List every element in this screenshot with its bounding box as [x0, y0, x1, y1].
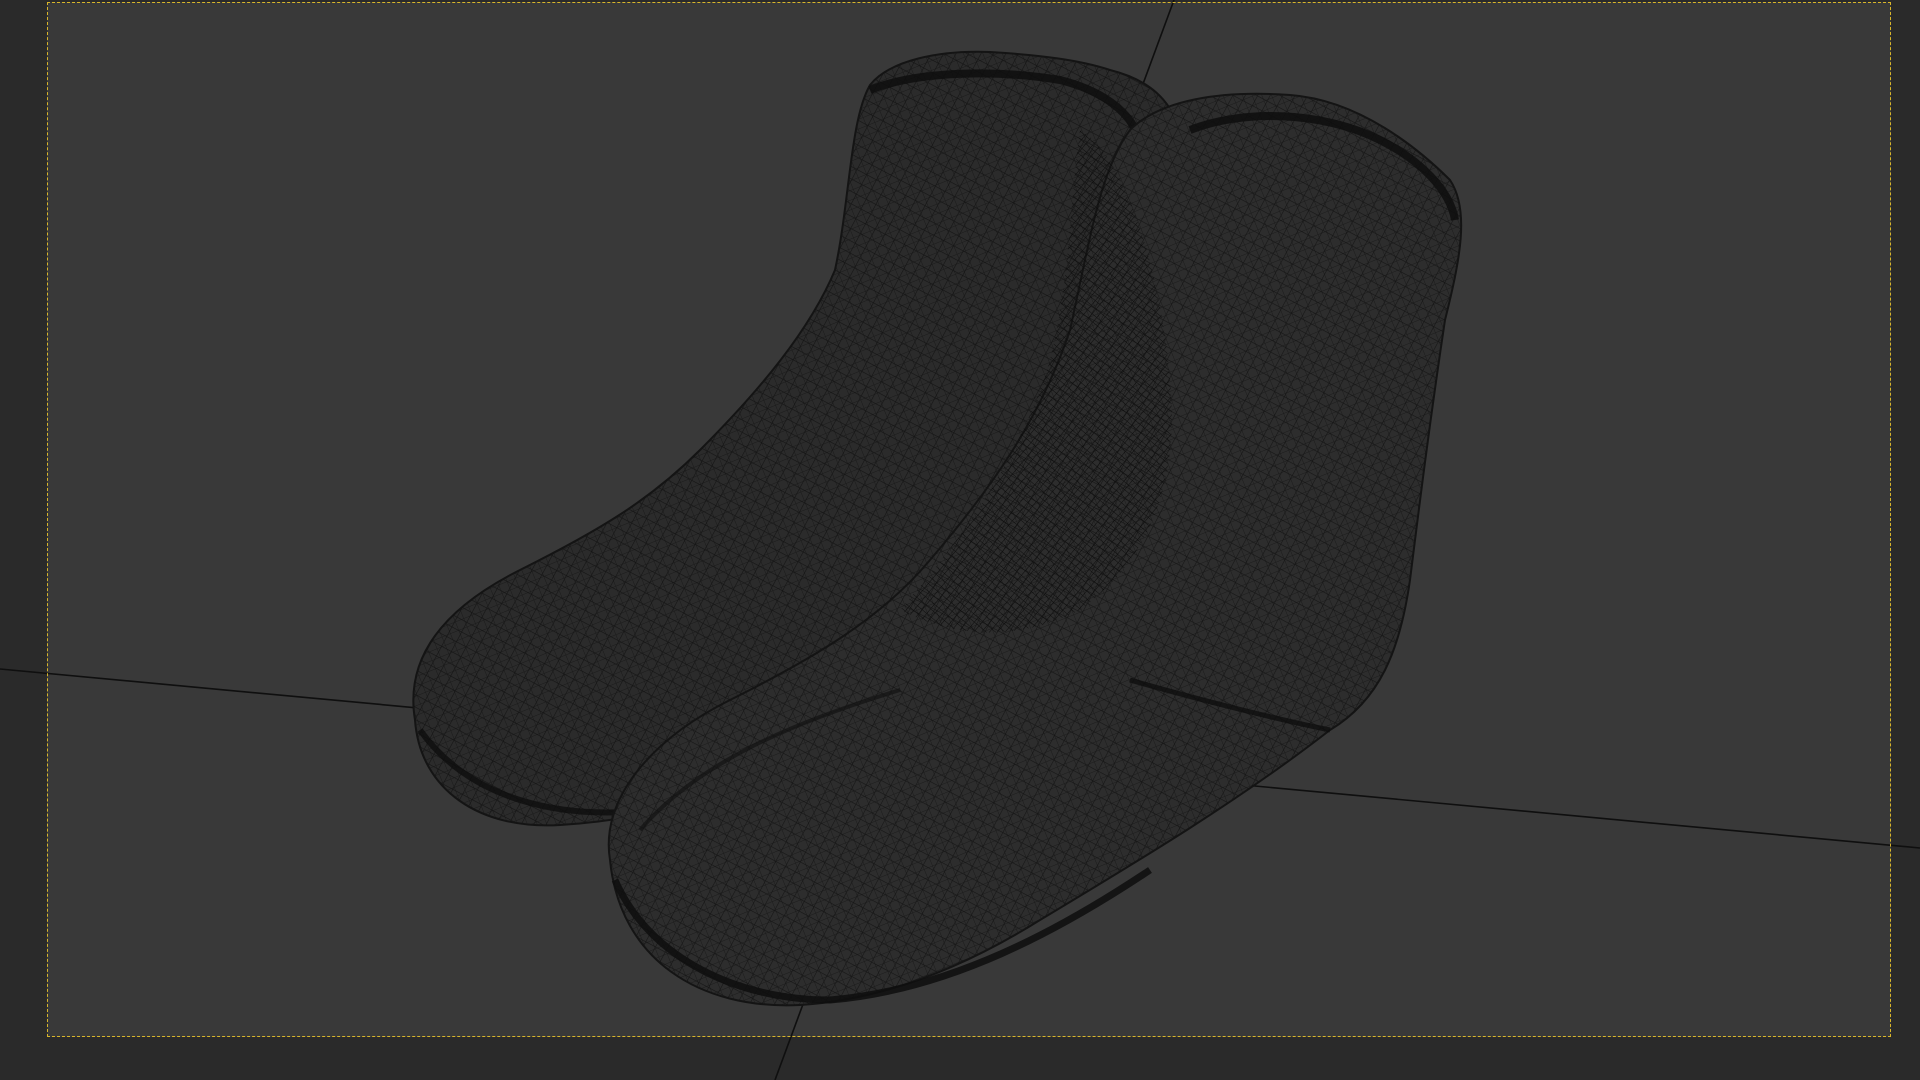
viewport-canvas[interactable] [0, 0, 1920, 1080]
3d-viewport[interactable] [0, 0, 1920, 1080]
